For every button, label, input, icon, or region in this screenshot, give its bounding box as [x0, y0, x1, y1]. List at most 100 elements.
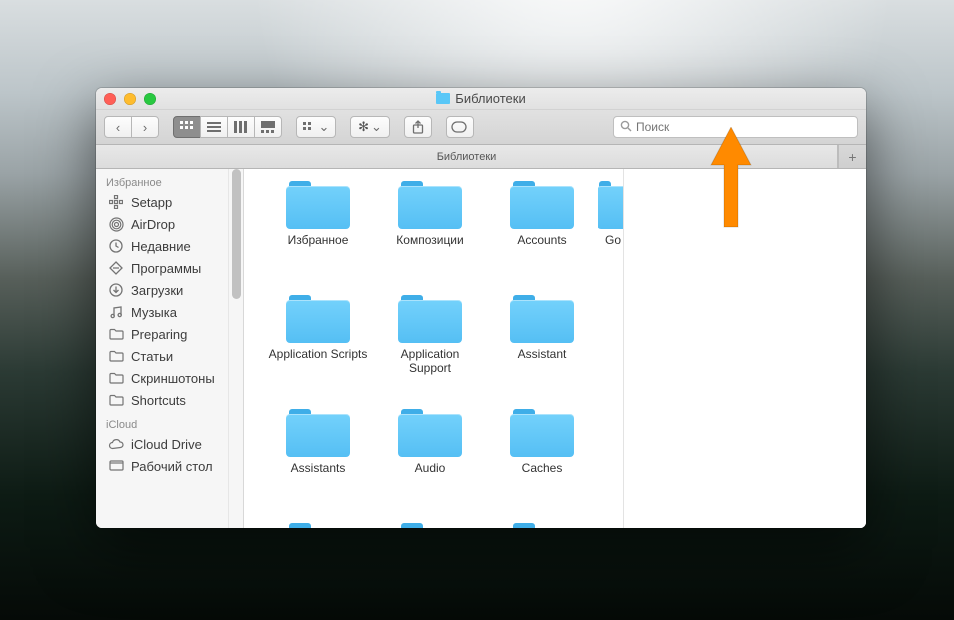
sidebar-item-shortcuts[interactable]: Shortcuts [96, 389, 228, 411]
folder-item[interactable]: Audio [374, 409, 486, 519]
window-controls [104, 93, 156, 105]
forward-button[interactable]: › [131, 116, 159, 138]
folder-icon [398, 523, 462, 528]
search-field[interactable] [613, 116, 858, 138]
column-view-button[interactable] [227, 116, 255, 138]
sidebar-item-screenshots[interactable]: Скриншотоны [96, 367, 228, 389]
folder-icon [286, 295, 350, 343]
sidebar-item-articles[interactable]: Статьи [96, 345, 228, 367]
folder-icon [108, 392, 124, 408]
sidebar-item-recents[interactable]: Недавние [96, 235, 228, 257]
content-area: Избранное Композиции Accounts Go Applica… [244, 169, 866, 528]
tag-icon [451, 121, 469, 133]
sidebar-item-downloads[interactable]: Загрузки [96, 279, 228, 301]
sidebar-item-label: Скриншотоны [131, 371, 215, 386]
folder-icon [510, 295, 574, 343]
chevron-down-icon: ⌄ [319, 119, 330, 135]
nav-buttons: ‹ › [104, 116, 159, 138]
folder-label: Application Support [380, 347, 480, 376]
view-mode-buttons [173, 116, 282, 138]
chevron-down-icon: ⌄ [371, 119, 382, 135]
back-button[interactable]: ‹ [104, 116, 132, 138]
folder-label: Assistants [291, 461, 346, 475]
sidebar-item-label: Программы [131, 261, 201, 276]
action-button[interactable]: ✻ ⌄ [350, 116, 390, 138]
folder-icon [108, 370, 124, 386]
finder-window: Библиотеки ‹ › [96, 88, 866, 528]
folder-icon [510, 523, 574, 528]
toolbar: ‹ › ⌄ [96, 110, 866, 145]
list-icon [207, 121, 221, 133]
sidebar: Избранное Setapp AirDrop [96, 169, 244, 528]
folder-item[interactable]: Go [598, 181, 623, 291]
folder-label: Assistant [518, 347, 567, 361]
sidebar-item-preparing[interactable]: Preparing [96, 323, 228, 345]
folder-item[interactable]: Избранное [262, 181, 374, 291]
folder-icon [510, 181, 574, 229]
folder-label: Accounts [517, 233, 566, 247]
desktop-background: Библиотеки ‹ › [0, 0, 954, 620]
fullscreen-window-button[interactable] [144, 93, 156, 105]
icon-view-button[interactable] [173, 116, 201, 138]
sidebar-item-music[interactable]: Музыка [96, 301, 228, 323]
sidebar-item-label: AirDrop [131, 217, 175, 232]
music-icon [108, 304, 124, 320]
close-window-button[interactable] [104, 93, 116, 105]
sidebar-header-icloud: iCloud [96, 411, 228, 433]
tags-button[interactable] [446, 116, 474, 138]
folder-item[interactable]: Композиции [374, 181, 486, 291]
folder-item[interactable]: Caches [486, 409, 598, 519]
folder-label: Избранное [288, 233, 349, 247]
folder-label: Application Scripts [269, 347, 368, 361]
sidebar-item-setapp[interactable]: Setapp [96, 191, 228, 213]
share-button[interactable] [404, 116, 432, 138]
folder-icon [108, 348, 124, 364]
folder-label: Go [605, 233, 621, 247]
setapp-icon [108, 194, 124, 210]
folder-item[interactable]: Accounts [486, 181, 598, 291]
folder-item[interactable]: Application Scripts [262, 295, 374, 405]
folder-icon [286, 523, 350, 528]
folder-item[interactable]: Application Support [374, 295, 486, 405]
window-title-text: Библиотеки [455, 91, 525, 106]
folder-icon [398, 295, 462, 343]
action-button-group: ✻ ⌄ [350, 116, 390, 138]
sidebar-item-desktop[interactable]: Рабочий стол [96, 455, 228, 477]
sidebar-item-applications[interactable]: Программы [96, 257, 228, 279]
folder-icon [108, 326, 124, 342]
gallery-view-button[interactable] [254, 116, 282, 138]
search-icon [620, 120, 632, 135]
sidebar-item-label: Shortcuts [131, 393, 186, 408]
plus-icon: + [848, 149, 856, 165]
sidebar-item-icloud-drive[interactable]: iCloud Drive [96, 433, 228, 455]
folder-label: Композиции [396, 233, 463, 247]
sidebar-item-label: Preparing [131, 327, 187, 342]
arrange-button[interactable]: ⌄ [296, 116, 336, 138]
search-input[interactable] [636, 120, 851, 134]
folder-icon [286, 181, 350, 229]
titlebar: Библиотеки [96, 88, 866, 110]
scrollbar-thumb[interactable] [232, 169, 241, 299]
cloud-icon [108, 436, 124, 452]
columns-icon [234, 121, 248, 133]
tab[interactable]: Библиотеки [96, 145, 838, 168]
preview-pane [623, 169, 866, 528]
folder-item[interactable]: Assistant [486, 295, 598, 405]
folder-item[interactable] [262, 523, 374, 528]
sidebar-scrollbar[interactable] [228, 169, 243, 528]
arrange-icon [303, 122, 317, 132]
sidebar-item-label: iCloud Drive [131, 437, 202, 452]
folder-grid-scroll[interactable]: Избранное Композиции Accounts Go Applica… [244, 169, 623, 528]
folder-icon [398, 409, 462, 457]
folder-item[interactable] [374, 523, 486, 528]
folder-item[interactable] [486, 523, 598, 528]
sidebar-item-airdrop[interactable]: AirDrop [96, 213, 228, 235]
folder-item[interactable]: Assistants [262, 409, 374, 519]
tab-bar: Библиотеки + [96, 145, 866, 169]
grid-icon [180, 121, 194, 133]
folder-icon [510, 409, 574, 457]
minimize-window-button[interactable] [124, 93, 136, 105]
sidebar-item-label: Setapp [131, 195, 172, 210]
new-tab-button[interactable]: + [838, 145, 866, 168]
list-view-button[interactable] [200, 116, 228, 138]
